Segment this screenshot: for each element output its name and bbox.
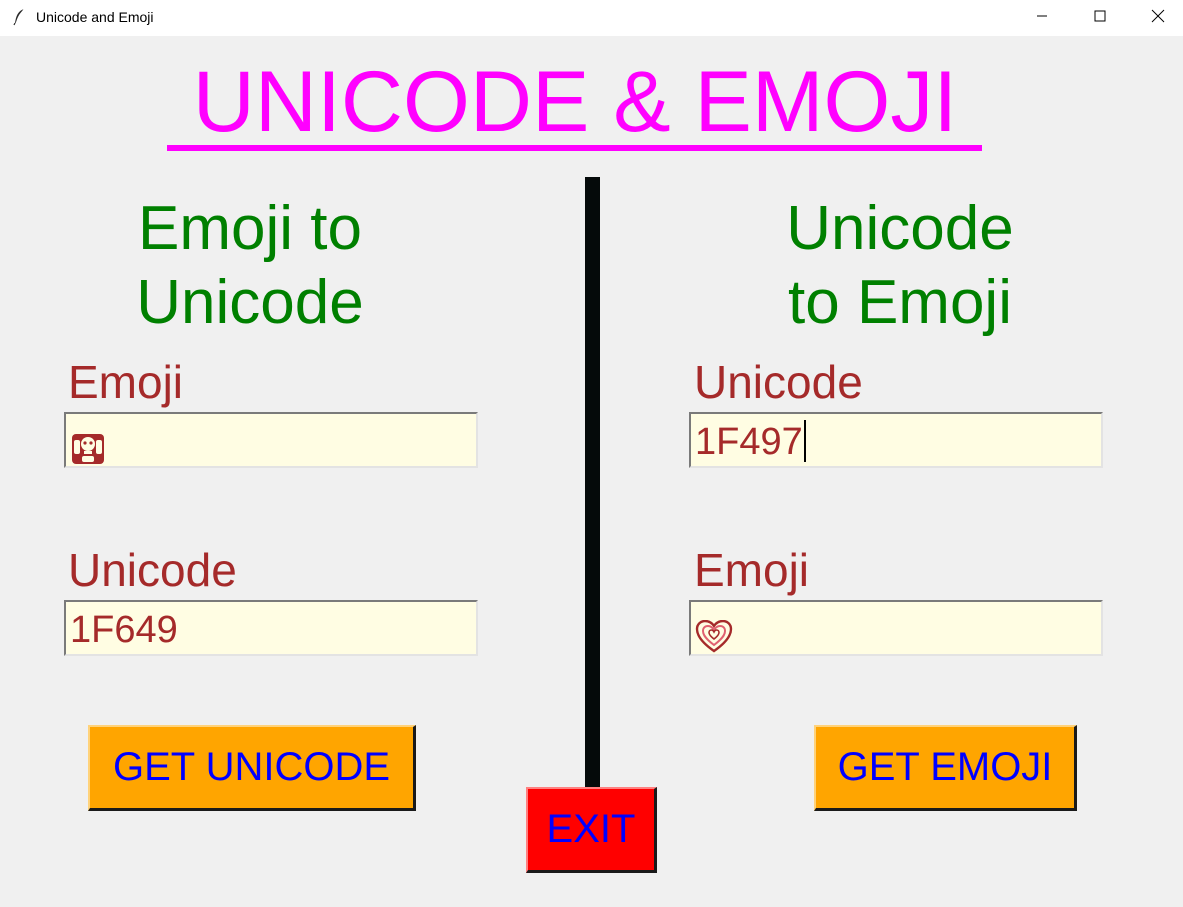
exit-button[interactable]: EXIT: [526, 787, 657, 873]
maximize-icon: [1094, 9, 1106, 27]
right-unicode-label: Unicode: [694, 356, 863, 408]
window-title: Unicode and Emoji: [36, 9, 154, 25]
right-unicode-input[interactable]: 1F497: [689, 412, 1103, 468]
minimize-button[interactable]: [1013, 0, 1071, 36]
right-unicode-value: 1F497: [695, 421, 803, 463]
feather-icon: [12, 8, 28, 26]
close-button[interactable]: [1129, 0, 1183, 36]
left-section-title: Emoji to Unicode: [100, 192, 400, 340]
growing-heart-icon: [695, 619, 733, 654]
right-section-title-line2: to Emoji: [788, 268, 1012, 337]
left-unicode-label: Unicode: [68, 544, 237, 596]
right-section-title: Unicode to Emoji: [750, 192, 1050, 340]
get-emoji-button[interactable]: GET EMOJI: [814, 725, 1077, 811]
right-section-title-line1: Unicode: [786, 194, 1014, 263]
text-cursor: [803, 420, 806, 462]
app-window: Unicode and Emoji UNICODE & EMOJI Emoji …: [0, 0, 1183, 907]
maximize-button[interactable]: [1071, 0, 1129, 36]
left-section-title-line1: Emoji to: [138, 194, 362, 263]
hear-no-evil-monkey-icon: [70, 432, 106, 466]
center-divider: [585, 177, 600, 789]
left-section-title-line2: Unicode: [136, 268, 364, 337]
left-unicode-input[interactable]: 1F649: [64, 600, 478, 656]
left-unicode-value: 1F649: [70, 609, 178, 651]
get-unicode-button[interactable]: GET UNICODE: [88, 725, 416, 811]
close-icon: [1151, 9, 1165, 28]
left-emoji-label: Emoji: [68, 356, 184, 408]
right-emoji-output[interactable]: [689, 600, 1103, 656]
minimize-icon: [1036, 9, 1048, 27]
left-emoji-input[interactable]: [64, 412, 478, 468]
page-title: UNICODE & EMOJI: [192, 54, 958, 150]
right-emoji-label: Emoji: [694, 544, 810, 596]
title-underline: [167, 145, 982, 151]
title-bar[interactable]: Unicode and Emoji: [0, 0, 1183, 36]
